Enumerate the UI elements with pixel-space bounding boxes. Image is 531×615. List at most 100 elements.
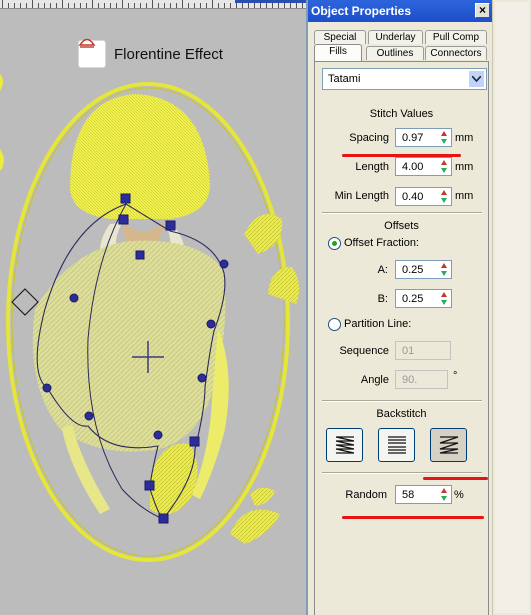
ruler-tick [296,3,297,8]
backstitch-horizontal-icon [335,436,355,454]
random-spinner[interactable]: 58 [395,485,452,504]
close-button[interactable]: × [475,3,490,18]
ruler-tick [152,0,153,8]
ruler-tick [86,3,87,8]
length-label: Length [355,161,389,173]
annotation-underline-random [342,516,484,519]
ruler-tick [230,3,231,8]
spacing-spinner[interactable]: 0.97 [395,128,452,147]
ruler-tick [44,3,45,8]
a-spinner[interactable]: 0.25 [395,260,452,279]
head-fan [70,94,210,219]
backstitch-stacked-button[interactable] [378,428,415,462]
tab-connectors[interactable]: Connectors [425,46,487,60]
ruler-tick [248,3,249,8]
shell-bottom-1 [230,509,280,544]
spin-arrows-icon[interactable] [438,487,450,502]
ruler-tick [266,3,267,8]
ruler-tick [8,3,9,8]
annotation-underline-backstitch [423,477,488,480]
ruler-tick [194,3,195,8]
body-fill [32,240,226,452]
length-spinner[interactable]: 4.00 [395,157,452,176]
a-label: A: [377,264,388,276]
tab-fills[interactable]: Fills [314,44,362,61]
ruler-tick [110,3,111,8]
spacing-unit: mm [455,132,474,144]
b-value: 0.25 [402,293,424,305]
ruler-tick [62,0,63,8]
spin-arrows-icon[interactable] [438,159,450,174]
shell-right-2 [268,267,300,304]
separator [322,212,482,214]
partition-line-label: Partition Line: [344,318,412,330]
backstitch-zigzag-button[interactable] [430,428,467,462]
embroidery-design[interactable] [0,9,306,615]
ruler-tick [38,3,39,8]
random-value: 58 [402,489,415,501]
tab-outlines[interactable]: Outlines [366,46,424,60]
ruler-tick [224,3,225,8]
angle-value: 90. [402,374,418,386]
florentine-effect-icon[interactable] [78,38,106,68]
ruler-tick [134,3,135,8]
random-label: Random [345,489,387,501]
ruler-tick [236,3,237,8]
ruler-tick [128,3,129,8]
scroll-track[interactable] [495,2,529,613]
spin-arrows-icon[interactable] [438,189,450,204]
tab-underlay[interactable]: Underlay [368,30,423,44]
design-canvas[interactable]: Florentine Effect [0,9,306,615]
toolbar-strip [235,0,306,3]
sequence-field: 01 [395,341,451,360]
min-length-spinner[interactable]: 0.40 [395,187,452,206]
sequence-label: Sequence [339,345,389,357]
angle-field: 90. [395,370,448,389]
ruler-tick [206,3,207,8]
min-length-unit: mm [455,190,474,202]
partition-line-radio[interactable] [328,318,341,331]
shell-left-2 [0,74,3,91]
spin-arrows-icon[interactable] [438,130,450,145]
ruler-tick [182,0,183,8]
tab-special[interactable]: Special [314,30,366,44]
length-value: 4.00 [402,161,424,173]
ruler-tick [146,3,147,8]
panel-scroll-area[interactable] [492,0,531,615]
b-spinner[interactable]: 0.25 [395,289,452,308]
spacing-label: Spacing [349,132,389,144]
backstitch-title: Backstitch [376,408,427,420]
spacing-value: 0.97 [402,132,424,144]
angle-label: Angle [360,374,389,386]
ruler-tick [278,3,279,8]
backstitch-stacked-icon [388,436,406,454]
spin-arrows-icon[interactable] [438,291,450,306]
ruler-tick [56,3,57,8]
ruler-tick [26,3,27,8]
angle-unit: ° [453,370,458,382]
ruler-tick [164,3,165,8]
rotation-handle-icon[interactable] [11,288,39,316]
spin-arrows-icon[interactable] [438,262,450,277]
tab-pull-comp[interactable]: Pull Comp [425,30,487,44]
offsets-title: Offsets [384,220,419,232]
effect-name: Florentine Effect [114,45,223,63]
ruler-tick [116,3,117,8]
annotation-underline-spacing [342,154,461,157]
effect-label: Florentine Effect [78,36,223,72]
ruler-tick [218,3,219,8]
tab-strip: Special Underlay Pull Comp Fills Outline… [308,22,492,62]
ruler-tick [188,3,189,8]
ruler-tick [2,0,3,8]
fill-type-select[interactable]: Tatami [322,68,487,90]
stitch-values-title: Stitch Values [369,108,434,120]
ruler-tick [176,3,177,8]
panel-titlebar[interactable]: Object Properties × [308,0,492,22]
chevron-down-icon[interactable] [468,70,485,88]
ruler-tick [68,3,69,8]
backstitch-zigzag-icon [439,436,459,454]
backstitch-horizontal-button[interactable] [326,428,363,462]
offset-fraction-radio[interactable] [328,237,341,250]
min-length-label: Min Length [334,190,389,202]
fill-type-value: Tatami [328,73,361,85]
